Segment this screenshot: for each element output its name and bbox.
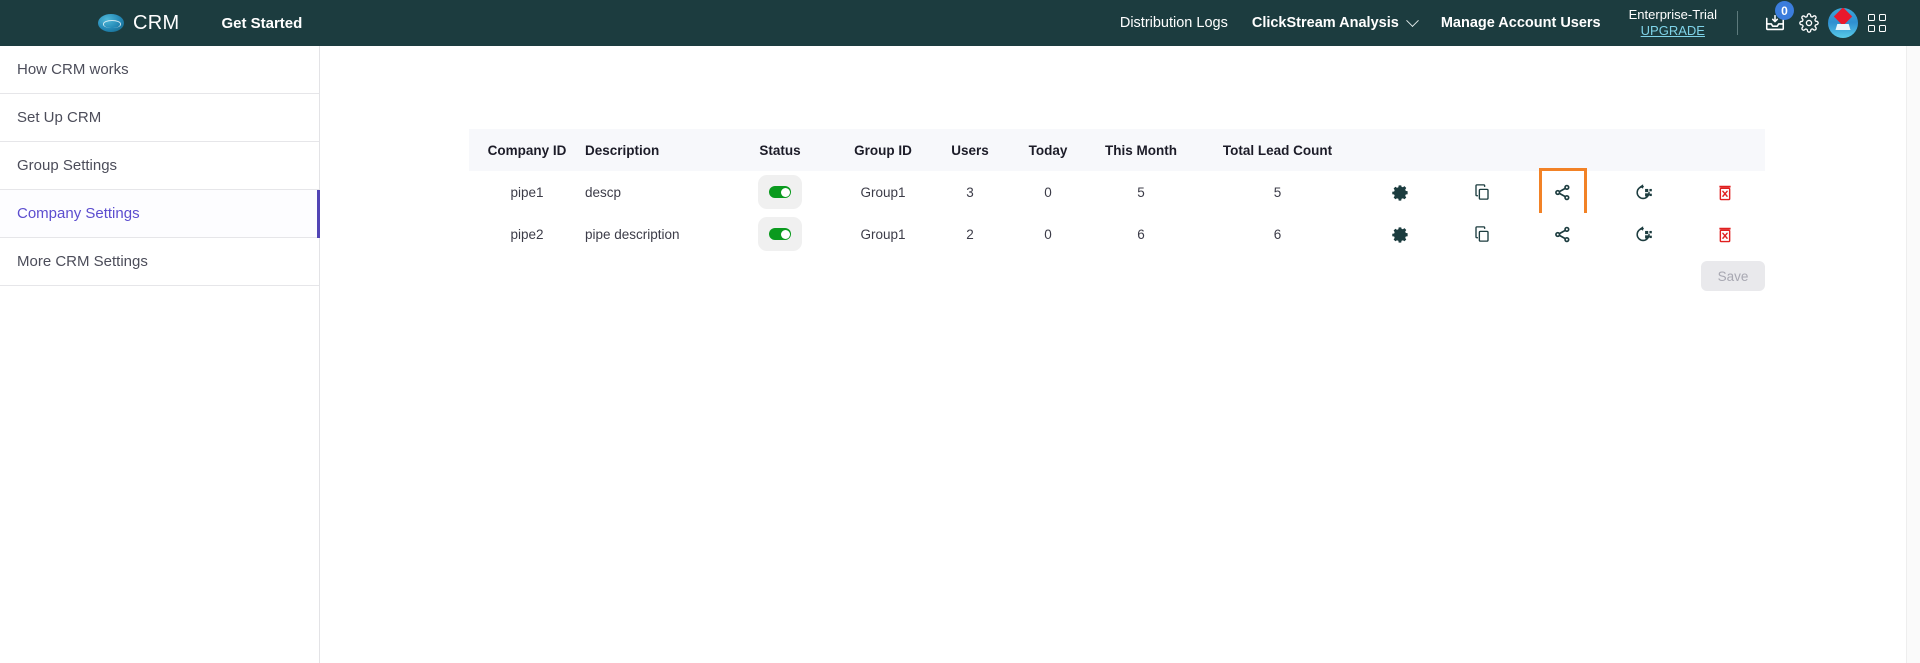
cell-this-month: 5 (1087, 171, 1195, 213)
get-started-link[interactable]: Get Started (221, 15, 302, 32)
copy-icon[interactable] (1467, 219, 1497, 249)
column-header-company-id: Company ID (469, 129, 585, 171)
cell-action-delete (1684, 171, 1765, 213)
column-header-group-id: Group ID (835, 129, 931, 171)
sidebar-item-label: Company Settings (17, 205, 140, 222)
cell-today: 0 (1009, 213, 1087, 255)
save-button[interactable]: Save (1701, 261, 1765, 291)
sidebar-item-set-up-crm[interactable]: Set Up CRM (0, 94, 319, 142)
cell-users: 3 (931, 171, 1009, 213)
nav-clickstream-analysis-label: ClickStream Analysis (1251, 15, 1399, 31)
column-header-this-month: This Month (1087, 129, 1195, 171)
page-scrollbar[interactable] (1906, 46, 1920, 663)
gear-icon[interactable] (1792, 6, 1826, 40)
top-navigation-bar: CRM Get Started Distribution Logs ClickS… (0, 0, 1920, 46)
delete-icon[interactable] (1710, 177, 1740, 207)
cell-action-copy (1441, 213, 1522, 255)
upgrade-link[interactable]: UPGRADE (1641, 23, 1705, 39)
apps-grid-icon[interactable] (1860, 6, 1894, 40)
main-content: Company ID Description Status Group ID U… (320, 46, 1912, 663)
cell-action-delete (1684, 213, 1765, 255)
sidebar-item-group-settings[interactable]: Group Settings (0, 142, 319, 190)
sidebar-item-label: Set Up CRM (17, 109, 102, 126)
column-header-action-5 (1684, 129, 1765, 171)
cell-action-share (1522, 168, 1603, 216)
column-header-action-2 (1441, 129, 1522, 171)
status-toggle[interactable] (758, 175, 802, 209)
nav-distribution-logs[interactable]: Distribution Logs (1108, 15, 1240, 31)
sidebar-item-company-settings[interactable]: Company Settings (0, 190, 320, 238)
cell-description: pipe description (585, 213, 725, 255)
cell-status (725, 213, 835, 255)
column-header-action-1 (1360, 129, 1441, 171)
company-settings-table-wrapper: Company ID Description Status Group ID U… (469, 129, 1765, 255)
save-row: Save (469, 261, 1765, 291)
settings-icon[interactable] (1386, 177, 1416, 207)
cell-company-id: pipe1 (469, 171, 585, 213)
table-row: pipe2 pipe description Group1 2 0 6 6 (469, 213, 1765, 255)
column-header-action-4 (1603, 129, 1684, 171)
table-header: Company ID Description Status Group ID U… (469, 129, 1765, 171)
sidebar-item-how-crm-works[interactable]: How CRM works (0, 46, 319, 94)
cell-description: descp (585, 171, 725, 213)
column-header-description: Description (585, 129, 725, 171)
cell-action-share (1522, 213, 1603, 255)
cell-action-restore (1603, 213, 1684, 255)
brand-name: CRM (133, 11, 180, 34)
trial-status: Enterprise-Trial UPGRADE (1629, 7, 1717, 40)
company-settings-table: Company ID Description Status Group ID U… (469, 129, 1765, 255)
header-divider (1737, 11, 1738, 35)
cell-status (725, 171, 835, 213)
trial-plan-label: Enterprise-Trial (1628, 6, 1717, 22)
column-header-total-lead-count: Total Lead Count (1195, 129, 1360, 171)
cell-action-settings (1360, 171, 1441, 213)
brand[interactable]: CRM (98, 12, 179, 35)
nav-manage-account-users[interactable]: Manage Account Users (1429, 15, 1613, 31)
sidebar-item-label: More CRM Settings (17, 253, 148, 270)
table-body: pipe1 descp Group1 3 0 5 5 pipe2 pipe de… (469, 168, 1765, 255)
left-sidebar: How CRM works Set Up CRM Group Settings … (0, 46, 320, 663)
cell-action-copy (1441, 171, 1522, 213)
cell-total-lead-count: 6 (1195, 213, 1360, 255)
status-toggle[interactable] (758, 217, 802, 251)
share-icon[interactable] (1548, 219, 1578, 249)
sidebar-item-label: How CRM works (17, 61, 129, 78)
column-header-users: Users (931, 129, 1009, 171)
nav-clickstream-analysis[interactable]: ClickStream Analysis (1240, 13, 1429, 31)
app-logo-button[interactable] (1826, 6, 1860, 40)
restore-icon[interactable] (1629, 177, 1659, 207)
cell-users: 2 (931, 213, 1009, 255)
cell-today: 0 (1009, 171, 1087, 213)
cell-group-id: Group1 (835, 171, 931, 213)
cell-action-settings (1360, 213, 1441, 255)
share-icon[interactable] (1538, 168, 1587, 216)
chevron-down-icon (1405, 13, 1419, 27)
settings-icon[interactable] (1386, 219, 1416, 249)
cell-company-id: pipe2 (469, 213, 585, 255)
cell-this-month: 6 (1087, 213, 1195, 255)
toggle-switch-on (769, 186, 791, 198)
column-header-status: Status (725, 129, 835, 171)
apps-grid-glyph (1868, 14, 1886, 32)
delete-icon[interactable] (1710, 219, 1740, 249)
copy-icon[interactable] (1467, 177, 1497, 207)
cell-group-id: Group1 (835, 213, 931, 255)
sidebar-item-more-crm-settings[interactable]: More CRM Settings (0, 238, 319, 286)
column-header-today: Today (1009, 129, 1087, 171)
top-nav-links: Distribution Logs ClickStream Analysis M… (1108, 0, 1920, 46)
restore-icon[interactable] (1629, 219, 1659, 249)
toggle-switch-on (769, 228, 791, 240)
table-header-row: Company ID Description Status Group ID U… (469, 129, 1765, 171)
table-row: pipe1 descp Group1 3 0 5 5 (469, 168, 1765, 216)
sidebar-item-label: Group Settings (17, 157, 118, 174)
inbox-download-icon[interactable]: 0 (1758, 1, 1794, 40)
cell-total-lead-count: 5 (1195, 171, 1360, 213)
column-header-action-3 (1522, 129, 1603, 171)
cell-action-restore (1603, 171, 1684, 213)
zoho-logo-icon (1828, 8, 1858, 38)
crm-cloud-icon (98, 14, 124, 32)
